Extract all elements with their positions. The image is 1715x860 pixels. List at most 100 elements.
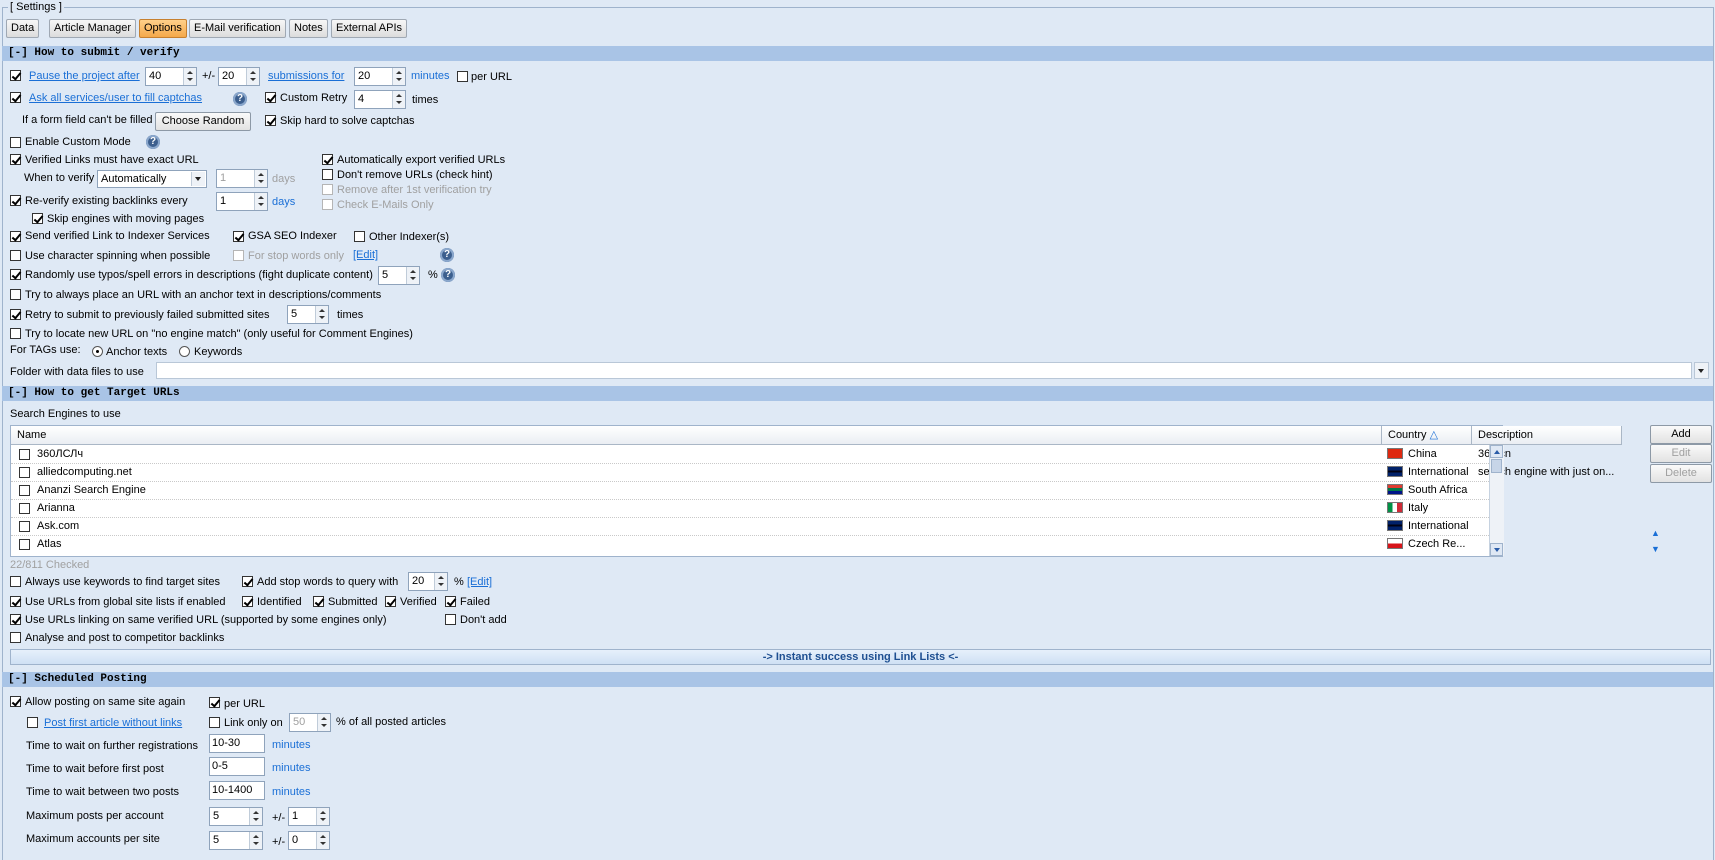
always-keywords-checkbox[interactable] (10, 576, 21, 587)
add-stop-checkbox[interactable] (242, 576, 253, 587)
submitted-checkbox[interactable] (313, 596, 324, 607)
help-icon[interactable]: ? (233, 92, 247, 106)
edit-engine-button[interactable]: Edit (1650, 444, 1712, 463)
add-engine-button[interactable]: Add (1650, 425, 1712, 444)
max-accounts-stepper[interactable]: 5 (209, 831, 263, 850)
pause-checkbox[interactable] (10, 70, 21, 81)
help-icon[interactable]: ? (440, 248, 454, 262)
between-wait-input[interactable]: 10-1400 (209, 781, 265, 800)
other-indexer-checkbox[interactable] (354, 231, 365, 242)
table-row[interactable]: Atlas Czech Re... (11, 535, 1489, 553)
dont-remove-checkbox[interactable] (322, 169, 333, 180)
help-icon[interactable]: ? (441, 268, 455, 282)
column-header-country[interactable]: Country △ (1382, 426, 1472, 445)
submissions-for-label[interactable]: submissions for (268, 70, 344, 82)
row-checkbox[interactable] (19, 521, 30, 532)
edit-stop-words-link[interactable]: [Edit] (353, 249, 378, 261)
identified-checkbox[interactable] (242, 596, 253, 607)
tab-data[interactable]: Data (6, 19, 40, 38)
check-emails-checkbox[interactable] (322, 199, 333, 210)
scroll-down-icon[interactable] (1490, 543, 1503, 556)
scroll-thumb[interactable] (1491, 459, 1502, 473)
remove-after-checkbox[interactable] (322, 184, 333, 195)
choose-random-button[interactable]: Choose Random (155, 112, 251, 131)
row-checkbox[interactable] (19, 449, 30, 460)
custom-retry-stepper[interactable]: 4 (354, 90, 406, 109)
help-icon[interactable]: ? (146, 135, 160, 149)
move-down-icon[interactable]: ▼ (1651, 544, 1660, 554)
retry-failed-stepper[interactable]: 5 (287, 305, 329, 324)
first-wait-input[interactable]: 0-5 (209, 757, 265, 776)
pause-minutes-stepper[interactable]: 20 (354, 67, 406, 86)
when-verify-select[interactable]: Automatically (97, 170, 207, 188)
auto-export-checkbox[interactable] (322, 154, 333, 165)
move-up-icon[interactable]: ▲ (1651, 528, 1660, 538)
tab-notes[interactable]: Notes (289, 19, 328, 38)
row-checkbox[interactable] (19, 467, 30, 478)
competitor-checkbox[interactable] (10, 632, 21, 643)
table-row[interactable]: Arianna Italy (11, 499, 1489, 518)
instant-success-button[interactable]: -> Instant success using Link Lists <- (10, 649, 1711, 665)
anchor-text-checkbox[interactable] (10, 289, 21, 300)
row-checkbox[interactable] (19, 539, 30, 550)
post-first-checkbox[interactable] (27, 717, 38, 728)
verified-exact-checkbox[interactable] (10, 154, 21, 165)
retry-failed-checkbox[interactable] (10, 309, 21, 320)
custom-mode-checkbox[interactable] (10, 137, 21, 148)
gsa-indexer-checkbox[interactable] (233, 231, 244, 242)
add-stop-stepper[interactable]: 20 (408, 572, 448, 591)
skip-moving-checkbox[interactable] (32, 213, 43, 224)
allow-same-checkbox[interactable] (10, 696, 21, 707)
stop-words-only-checkbox[interactable] (233, 250, 244, 261)
section-header-scheduled[interactable]: [-] Scheduled Posting (2, 672, 1713, 687)
typos-checkbox[interactable] (10, 269, 21, 280)
row-checkbox[interactable] (19, 485, 30, 496)
send-indexer-checkbox[interactable] (10, 231, 21, 242)
reverify-checkbox[interactable] (10, 195, 21, 206)
reverify-days-stepper[interactable]: 1 (216, 192, 268, 211)
delete-engine-button[interactable]: Delete (1650, 464, 1712, 483)
tags-keywords-radio[interactable] (179, 346, 190, 357)
tab-external-apis[interactable]: External APIs (331, 19, 408, 38)
tab-article-manager[interactable]: Article Manager (49, 19, 137, 38)
row-checkbox[interactable] (19, 503, 30, 514)
locate-new-checkbox[interactable] (10, 328, 21, 339)
captcha-checkbox[interactable] (10, 92, 21, 103)
tab-email-verification[interactable]: E-Mail verification (189, 19, 286, 38)
section-header-submit[interactable]: [-] How to submit / verify (2, 46, 1713, 61)
dont-add-checkbox[interactable] (445, 614, 456, 625)
typos-percent-stepper[interactable]: 5 (378, 266, 420, 285)
table-row[interactable]: 360ЛСЛч China 360.cn (11, 445, 1511, 464)
char-spin-checkbox[interactable] (10, 250, 21, 261)
max-posts-pm-stepper[interactable]: 1 (288, 807, 330, 826)
sched-per-url-checkbox[interactable] (209, 697, 220, 708)
edit-stop-link[interactable]: [Edit] (467, 576, 492, 588)
verified-checkbox[interactable] (385, 596, 396, 607)
max-posts-stepper[interactable]: 5 (209, 807, 263, 826)
tags-anchor-radio[interactable] (92, 346, 103, 357)
global-lists-checkbox[interactable] (10, 596, 21, 607)
link-only-checkbox[interactable] (209, 717, 220, 728)
max-accounts-pm-stepper[interactable]: 0 (288, 831, 330, 850)
tab-options[interactable]: Options (139, 19, 187, 38)
table-row[interactable]: Ask.com International (11, 517, 1489, 536)
section-header-target[interactable]: [-] How to get Target URLs (2, 386, 1713, 401)
failed-checkbox[interactable] (445, 596, 456, 607)
pause-label[interactable]: Pause the project after (29, 70, 140, 82)
folder-input[interactable] (156, 362, 1692, 379)
scroll-up-icon[interactable] (1490, 445, 1503, 458)
column-header-description[interactable]: Description (1472, 426, 1622, 445)
table-row[interactable]: Ananzi Search Engine South Africa (11, 481, 1489, 500)
captcha-label[interactable]: Ask all services/user to fill captchas (29, 92, 202, 104)
reg-wait-input[interactable]: 10-30 (209, 734, 265, 753)
per-url-checkbox[interactable] (457, 71, 468, 82)
skip-hard-checkbox[interactable] (265, 115, 276, 126)
column-header-name[interactable]: Name (11, 426, 1382, 445)
pause-count-stepper[interactable]: 40 (145, 67, 197, 86)
chevron-down-icon[interactable] (1694, 362, 1709, 379)
custom-retry-checkbox[interactable] (265, 92, 276, 103)
linking-same-checkbox[interactable] (10, 614, 21, 625)
post-first-label[interactable]: Post first article without links (44, 717, 182, 729)
table-row[interactable]: alliedcomputing.net International search… (11, 463, 1614, 482)
verify-days-stepper[interactable]: 1 (216, 169, 268, 188)
